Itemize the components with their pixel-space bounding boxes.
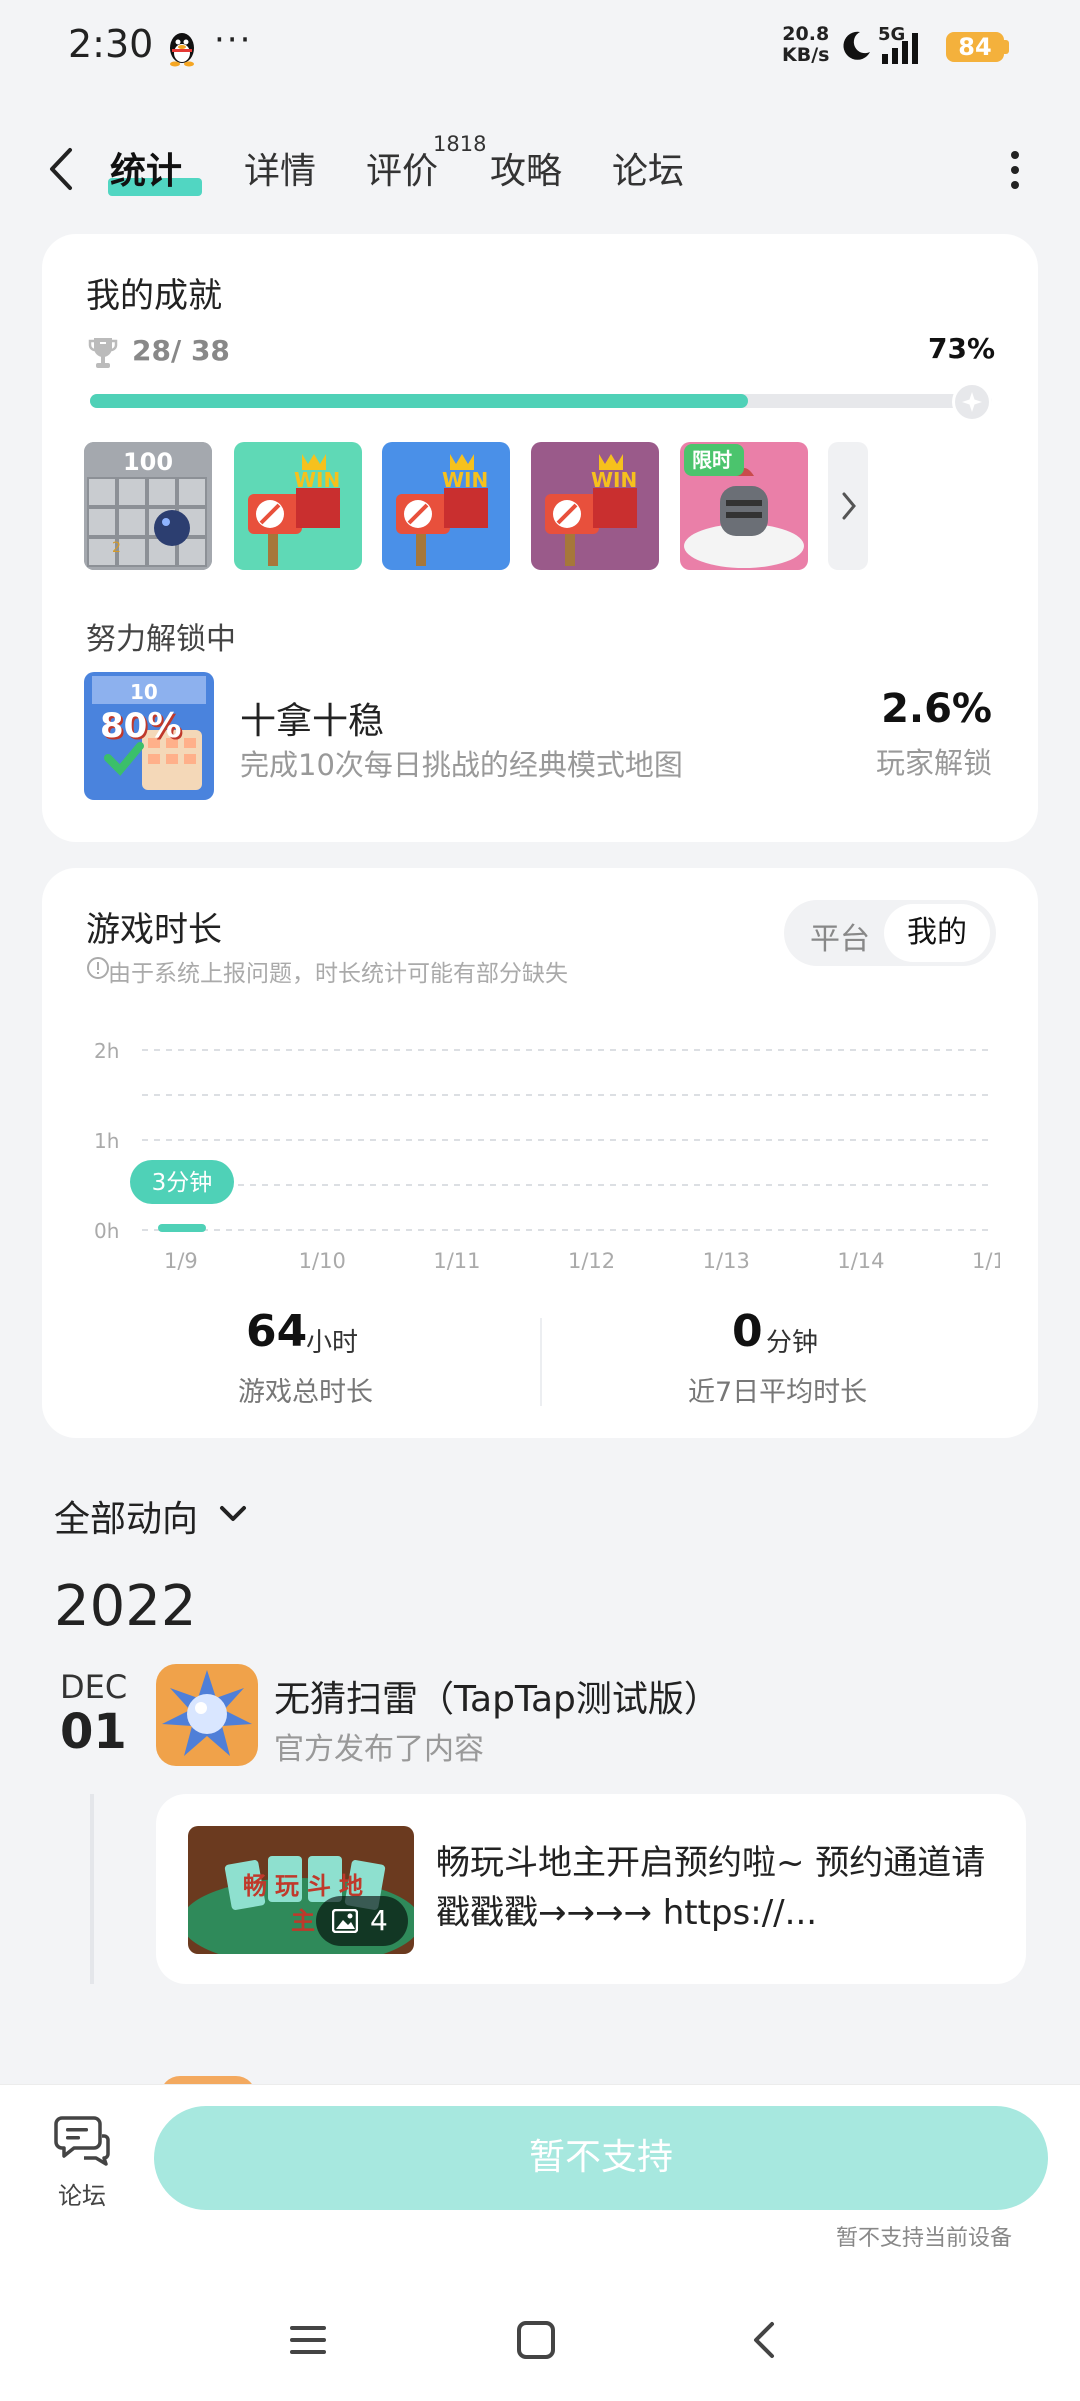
badge-text: WIN (442, 468, 489, 492)
post-text[interactable]: 畅玩斗地主开启预约啦~ 预约通道请戳戳戳→→→→ https://... (436, 1838, 996, 1938)
total-playtime-unit: 小时 (306, 1328, 359, 1358)
chart-y-tick-label: 0h (94, 1219, 119, 1243)
activity-filter[interactable]: 全部动向 (54, 1490, 198, 1542)
avg-playtime-unit: 分钟 (766, 1328, 819, 1358)
achievement-badge-win-blue[interactable]: WIN (382, 442, 510, 570)
image-icon (332, 1909, 358, 1933)
in-progress-percent-label: 玩家解锁 (875, 746, 992, 780)
playtime-chart: 0h 1h 2h 1/9 1/10 1/11 1/12 1/13 1/14 1/15 3分钟 (94, 1039, 1000, 1273)
image-count: 4 (370, 1904, 388, 1937)
net-speed: 20.8 KB/s (782, 24, 829, 66)
achievement-progress-fill (90, 394, 748, 408)
playtime-note: 由于系统上报问题，时长统计可能有部分缺失 (108, 961, 568, 987)
avg-playtime-value: 0 (732, 1306, 763, 1357)
achievement-badge-win-purple[interactable]: WIN (531, 442, 659, 570)
home-icon[interactable] (514, 2318, 558, 2362)
qq-penguin-icon (170, 33, 194, 67)
in-progress-badge-top: 10 (130, 680, 158, 704)
achievement-progress-end-icon (952, 382, 992, 422)
svg-text:2: 2 (112, 540, 121, 556)
chart-y-tick-label: 2h (94, 1039, 119, 1063)
chart-x-tick-label: 1/13 (703, 1249, 750, 1273)
download-unsupported-button[interactable]: 暂不支持 (154, 2106, 1048, 2210)
achievement-percent: 73% (928, 332, 996, 365)
net-speed-value: 20.8 (782, 23, 830, 45)
system-back-icon[interactable] (744, 2318, 788, 2362)
chart-tooltip-text: 3分钟 (152, 1170, 213, 1196)
status-bar: 2:30 ··· 20.8 KB/s 5G 84 (0, 0, 1080, 95)
chart-x-tick-label: 1/15 (972, 1249, 1000, 1273)
chart-x-tick-label: 1/12 (568, 1249, 615, 1273)
tab-stats[interactable]: 统计 (110, 142, 182, 194)
toggle-platform[interactable]: 平台 (810, 914, 870, 958)
chart-bar (158, 1224, 206, 1232)
chart-x-tick-label: 1/9 (164, 1249, 198, 1273)
moon-icon (843, 31, 870, 60)
reviews-count-badge: 1818 (433, 132, 487, 156)
in-progress-title: 努力解锁中 (86, 622, 236, 657)
timeline-line (90, 1794, 94, 1984)
forum-label[interactable]: 论坛 (58, 2176, 106, 2211)
chart-x-tick-label: 1/11 (433, 1249, 480, 1273)
battery-tip (1004, 40, 1009, 54)
avg-playtime-label: 近7日平均时长 (688, 1377, 868, 1408)
forum-chat-icon[interactable] (54, 2114, 110, 2166)
net-speed-unit: KB/s (782, 44, 830, 66)
menu-icon[interactable] (286, 2318, 330, 2362)
tab-details[interactable]: 详情 (244, 142, 316, 194)
battery-level: 84 (946, 32, 1004, 62)
unsupported-device-note: 暂不支持当前设备 (835, 2226, 1012, 2251)
more-vertical-icon[interactable] (1008, 150, 1022, 190)
badge-text: WIN (294, 468, 341, 492)
trophy-icon (88, 338, 118, 368)
feed-month: DEC (60, 1668, 128, 1706)
in-progress-percent: 2.6% (881, 686, 992, 732)
post-text-content: 畅玩斗地主开启预约啦~ 预约通道请戳戳戳→→→→ https://... (436, 1843, 986, 1933)
feed-year: 2022 (54, 1574, 197, 1639)
chevron-down-icon[interactable] (216, 1498, 250, 1528)
notification-more-icon: ··· (214, 20, 253, 60)
tab-forum[interactable]: 论坛 (612, 142, 684, 194)
game-app-icon[interactable] (156, 1664, 258, 1766)
info-icon (87, 957, 109, 979)
achievement-count: 28/ 38 (132, 334, 230, 367)
playtime-title: 游戏时长 (86, 910, 222, 950)
feed-day: 01 (60, 1704, 127, 1760)
chevron-right-icon (842, 492, 856, 520)
toggle-mine[interactable]: 我的 (884, 904, 990, 962)
chart-x-tick-label: 1/14 (837, 1249, 884, 1273)
stats-divider (540, 1318, 542, 1406)
in-progress-badge-main: 80% (100, 706, 182, 746)
total-playtime-label: 游戏总时长 (238, 1377, 373, 1408)
tab-guides[interactable]: 攻略 (490, 142, 562, 194)
status-time: 2:30 (68, 22, 154, 66)
badges-scroll-more[interactable] (828, 442, 868, 570)
badge-text: WIN (591, 468, 638, 492)
achievement-badge-win-green[interactable]: WIN (234, 442, 362, 570)
in-progress-name: 十拿十稳 (240, 701, 385, 742)
achievement-badge-knight[interactable]: 限时 (680, 442, 808, 570)
back-arrow-icon[interactable] (40, 144, 84, 194)
achievements-title: 我的成就 (86, 276, 222, 316)
game-app-activity: 官方发布了内容 (274, 1732, 484, 1767)
in-progress-badge: 10 80% (84, 672, 214, 800)
total-playtime-value: 64 (246, 1306, 308, 1357)
chart-x-tick-label: 1/10 (299, 1249, 346, 1273)
chart-y-tick-label: 1h (94, 1129, 119, 1153)
badge-text: 限时 (692, 448, 732, 472)
badge-text: 100 (122, 448, 174, 476)
image-count-badge: 4 (316, 1896, 408, 1946)
signal-icon (882, 33, 918, 64)
in-progress-desc: 完成10次每日挑战的经典模式地图 (240, 748, 683, 782)
game-app-name[interactable]: 无猜扫雷（TapTap测试版） (274, 1670, 720, 1722)
achievement-badge-minesweeper[interactable]: 2 100 (84, 442, 212, 570)
tab-reviews[interactable]: 评价 (366, 142, 438, 194)
